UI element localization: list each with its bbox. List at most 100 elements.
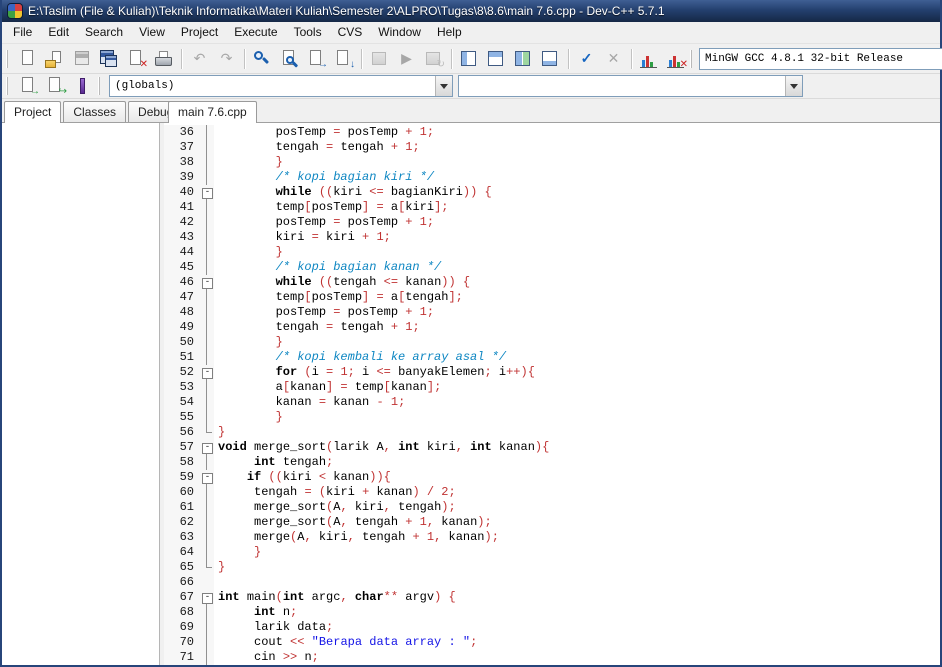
- code-line[interactable]: 48 posTemp = posTemp + 1;: [164, 305, 940, 320]
- line-number[interactable]: 63: [164, 530, 200, 545]
- menu-view[interactable]: View: [131, 22, 173, 43]
- menu-search[interactable]: Search: [77, 22, 131, 43]
- compiler-combo[interactable]: MinGW GCC 4.8.1 32-bit Release: [699, 47, 942, 70]
- code-line[interactable]: 46 while ((tengah <= kanan)) {: [164, 275, 940, 290]
- line-number[interactable]: 68: [164, 605, 200, 620]
- code-line[interactable]: 44 }: [164, 245, 940, 260]
- line-number[interactable]: 37: [164, 140, 200, 155]
- code-line[interactable]: 56}: [164, 425, 940, 440]
- menu-help[interactable]: Help: [429, 22, 470, 43]
- line-number[interactable]: 38: [164, 155, 200, 170]
- toggle-bookmark-button[interactable]: [70, 74, 95, 98]
- fold-toggle[interactable]: [200, 365, 214, 380]
- new-source-file-button[interactable]: [16, 47, 41, 71]
- code-line[interactable]: 37 tengah = tengah + 1;: [164, 140, 940, 155]
- code-line[interactable]: 69 larik data;: [164, 620, 940, 635]
- line-number[interactable]: 49: [164, 320, 200, 335]
- view-report-window-button[interactable]: [484, 47, 509, 71]
- title-bar[interactable]: E:\Taslim (File & Kuliah)\Teknik Informa…: [2, 0, 940, 22]
- profile-analysis-button[interactable]: [637, 47, 662, 71]
- view-project-manager-button[interactable]: [457, 47, 482, 71]
- line-number[interactable]: 42: [164, 215, 200, 230]
- code-line[interactable]: 38 }: [164, 155, 940, 170]
- line-number[interactable]: 54: [164, 395, 200, 410]
- code-line[interactable]: 60 tengah = (kiri + kanan) / 2;: [164, 485, 940, 500]
- menu-window[interactable]: Window: [370, 22, 429, 43]
- line-number[interactable]: 36: [164, 125, 200, 140]
- code-line[interactable]: 36 posTemp = posTemp + 1;: [164, 125, 940, 140]
- code-line[interactable]: 57 void merge_sort(larik A, int kiri, int…: [164, 440, 940, 455]
- code-line[interactable]: 45 /* kopi bagian kanan */: [164, 260, 940, 275]
- menu-tools[interactable]: Tools: [286, 22, 330, 43]
- fold-toggle[interactable]: [200, 470, 214, 485]
- line-number[interactable]: 59: [164, 470, 200, 485]
- code-line[interactable]: 54 kanan = kanan - 1;: [164, 395, 940, 410]
- member-combo-arrow[interactable]: [785, 76, 802, 96]
- scope-combo-arrow[interactable]: [435, 76, 452, 96]
- code-line[interactable]: 50 }: [164, 335, 940, 350]
- goto-implementation-button[interactable]: ↪: [43, 74, 68, 98]
- code-line[interactable]: 61 merge_sort(A, kiri, tengah);: [164, 500, 940, 515]
- find-button[interactable]: [250, 47, 275, 71]
- line-number[interactable]: 65: [164, 560, 200, 575]
- close-file-button[interactable]: ✕: [124, 47, 149, 71]
- code-line[interactable]: 55 }: [164, 410, 940, 425]
- toolbar-grip[interactable]: [690, 49, 694, 68]
- save-all-button[interactable]: [97, 47, 122, 71]
- panel-tab-project[interactable]: Project: [4, 101, 62, 123]
- code-line[interactable]: 41 temp[posTemp] = a[kiri];: [164, 200, 940, 215]
- code-line[interactable]: 39 /* kopi bagian kiri */: [164, 170, 940, 185]
- syntax-check-button[interactable]: ✓: [574, 47, 599, 71]
- editor-tab-main[interactable]: main 7.6.cpp: [168, 101, 257, 123]
- line-number[interactable]: 66: [164, 575, 200, 590]
- fold-toggle[interactable]: [200, 440, 214, 455]
- code-line[interactable]: 59 if ((kiri < kanan)){: [164, 470, 940, 485]
- line-number[interactable]: 52: [164, 365, 200, 380]
- line-number[interactable]: 55: [164, 410, 200, 425]
- toolbar-grip[interactable]: [6, 49, 10, 68]
- incremental-search-button[interactable]: →: [304, 47, 329, 71]
- line-number[interactable]: 48: [164, 305, 200, 320]
- menu-cvs[interactable]: CVS: [330, 22, 371, 43]
- menu-file[interactable]: File: [5, 22, 40, 43]
- line-number[interactable]: 56: [164, 425, 200, 440]
- code-line[interactable]: 53 a[kanan] = temp[kanan];: [164, 380, 940, 395]
- line-number[interactable]: 39: [164, 170, 200, 185]
- fold-toggle[interactable]: [200, 275, 214, 290]
- line-number[interactable]: 70: [164, 635, 200, 650]
- line-number[interactable]: 45: [164, 260, 200, 275]
- code-line[interactable]: 71 cin >> n;: [164, 650, 940, 665]
- menu-edit[interactable]: Edit: [40, 22, 77, 43]
- code-line[interactable]: 47 temp[posTemp] = a[tengah];: [164, 290, 940, 305]
- code-line[interactable]: 68 int n;: [164, 605, 940, 620]
- line-number[interactable]: 44: [164, 245, 200, 260]
- code-line[interactable]: 52 for (i = 1; i <= banyakElemen; i++){: [164, 365, 940, 380]
- code-line[interactable]: 62 merge_sort(A, tengah + 1, kanan);: [164, 515, 940, 530]
- view-toolbars-button[interactable]: [511, 47, 536, 71]
- line-number[interactable]: 69: [164, 620, 200, 635]
- menu-project[interactable]: Project: [173, 22, 226, 43]
- line-number[interactable]: 64: [164, 545, 200, 560]
- line-number[interactable]: 58: [164, 455, 200, 470]
- member-combo[interactable]: [458, 75, 803, 97]
- line-number[interactable]: 41: [164, 200, 200, 215]
- line-number[interactable]: 53: [164, 380, 200, 395]
- code-line[interactable]: 64 }: [164, 545, 940, 560]
- line-number[interactable]: 71: [164, 650, 200, 665]
- line-number[interactable]: 57: [164, 440, 200, 455]
- goto-line-button[interactable]: ↓: [331, 47, 356, 71]
- menu-execute[interactable]: Execute: [226, 22, 285, 43]
- line-number[interactable]: 50: [164, 335, 200, 350]
- line-number[interactable]: 51: [164, 350, 200, 365]
- scope-combo[interactable]: (globals): [109, 75, 453, 97]
- code-line[interactable]: 49 tengah = tengah + 1;: [164, 320, 940, 335]
- line-number[interactable]: 43: [164, 230, 200, 245]
- line-number[interactable]: 61: [164, 500, 200, 515]
- goto-declaration-button[interactable]: →: [16, 74, 41, 98]
- code-line[interactable]: 66: [164, 575, 940, 590]
- code-line[interactable]: 70 cout << "Berapa data array : ";: [164, 635, 940, 650]
- code-line[interactable]: 40 while ((kiri <= bagianKiri)) {: [164, 185, 940, 200]
- code-line[interactable]: 63 merge(A, kiri, tengah + 1, kanan);: [164, 530, 940, 545]
- code-line[interactable]: 65}: [164, 560, 940, 575]
- code-line[interactable]: 42 posTemp = posTemp + 1;: [164, 215, 940, 230]
